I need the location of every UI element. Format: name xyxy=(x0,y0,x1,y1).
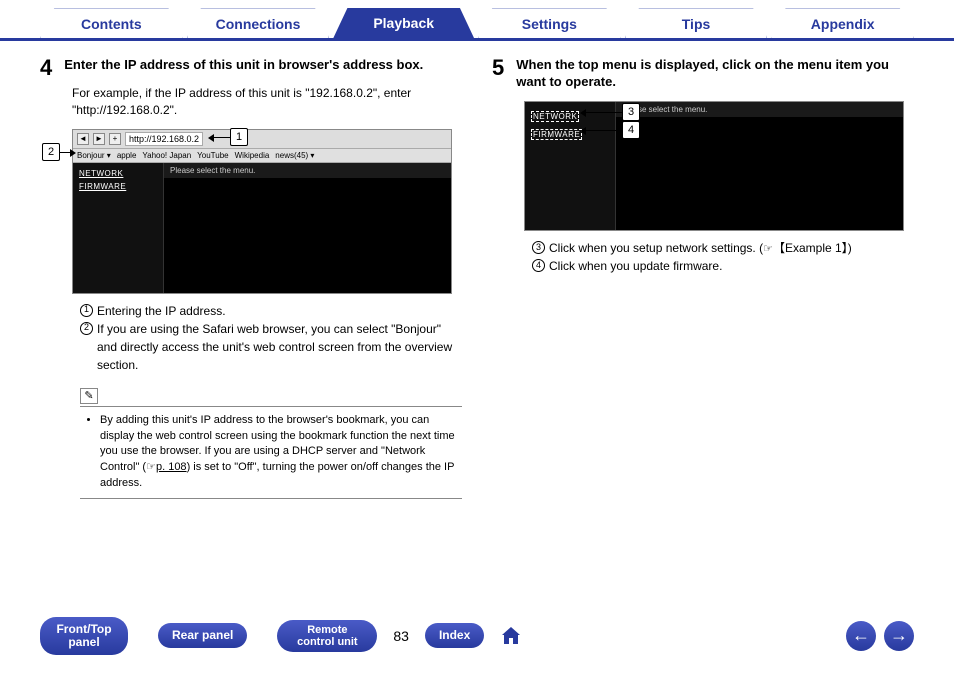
browser-mock-wrap: 1 2 ◄ ► + http://192.168.0.2 Bonjour ▾ a… xyxy=(72,129,462,294)
legend-row-4: 4 Click when you update firmware. xyxy=(532,257,914,275)
callout-arrow-3 xyxy=(580,109,586,117)
sidebar2-network: NETWORK xyxy=(531,111,579,122)
legend-text-1: Entering the IP address. xyxy=(97,302,226,320)
bookmark-yahoo: Yahoo! Japan xyxy=(142,151,191,160)
pencil-icon: ✎ xyxy=(80,388,98,404)
callout-box-3: 3 xyxy=(622,103,640,121)
callout-box-2: 2 xyxy=(42,143,60,161)
content-columns: 4 Enter the IP address of this unit in b… xyxy=(0,41,954,499)
top-tabs: Contents Connections Playback Settings T… xyxy=(0,0,954,41)
legend-row-3: 3 Click when you setup network settings.… xyxy=(532,239,914,258)
circle-num-4-icon: 4 xyxy=(532,259,545,272)
bookmark-bonjour: Bonjour ▾ xyxy=(77,151,111,160)
browser-toolbar: ◄ ► + http://192.168.0.2 xyxy=(73,130,451,149)
left-column: 4 Enter the IP address of this unit in b… xyxy=(40,57,462,499)
browser-mock: ◄ ► + http://192.168.0.2 Bonjour ▾ apple… xyxy=(72,129,452,294)
tab-tips[interactable]: Tips xyxy=(625,8,768,38)
browser-main: Please select the menu. xyxy=(163,163,451,293)
next-page-button[interactable]: → xyxy=(884,621,914,651)
sidebar2-firmware: FIRMWARE xyxy=(531,129,582,140)
browser2-sidebar: NETWORK FIRMWARE xyxy=(525,102,615,230)
hand-icon-1: ☞ xyxy=(146,461,156,473)
legend-text-3c: ) xyxy=(848,241,852,255)
browser-address: http://192.168.0.2 xyxy=(125,132,203,146)
callout-arrow-1 xyxy=(208,134,214,142)
callout-arrow-4 xyxy=(580,127,586,135)
browser-main-heading: Please select the menu. xyxy=(164,163,451,178)
legend-text-3b: 【Example 1】 xyxy=(773,241,848,255)
right-column: 5 When the top menu is displayed, click … xyxy=(492,57,914,499)
callout-line-3 xyxy=(584,112,622,113)
tab-playback[interactable]: Playback xyxy=(333,8,474,38)
legend-text-4: Click when you update firmware. xyxy=(549,257,722,275)
bookmark-apple: apple xyxy=(117,151,137,160)
browser-bookmarks: Bonjour ▾ apple Yahoo! Japan YouTube Wik… xyxy=(73,149,451,163)
page-number: 83 xyxy=(393,628,409,644)
hand-icon-2: ☞ xyxy=(763,243,773,255)
legend-text-2: If you are using the Safari web browser,… xyxy=(97,320,462,374)
tab-settings[interactable]: Settings xyxy=(478,8,621,38)
rear-panel-button[interactable]: Rear panel xyxy=(158,623,247,648)
step4-legend: 1 Entering the IP address. 2 If you are … xyxy=(80,302,462,374)
prev-page-button[interactable]: ← xyxy=(846,621,876,651)
browser-back-icon: ◄ xyxy=(77,133,89,145)
sidebar-network: NETWORK xyxy=(79,169,157,178)
note-box: By adding this unit's IP address to the … xyxy=(80,406,462,500)
bottom-nav: Front/Top panel Rear panel Remote contro… xyxy=(0,617,954,655)
circle-num-2-icon: 2 xyxy=(80,322,93,335)
browser-fwd-icon: ► xyxy=(93,133,105,145)
callout-line-4 xyxy=(584,130,622,131)
browser2-main-heading: Please select the menu. xyxy=(616,102,903,117)
browser-sidebar: NETWORK FIRMWARE xyxy=(73,163,163,293)
bookmark-news: news(45) ▾ xyxy=(275,151,314,160)
home-icon[interactable] xyxy=(498,623,524,649)
tab-appendix[interactable]: Appendix xyxy=(771,8,914,38)
step4-title: Enter the IP address of this unit in bro… xyxy=(64,57,423,79)
step5-title: When the top menu is displayed, click on… xyxy=(516,57,914,91)
sidebar-firmware: FIRMWARE xyxy=(79,182,157,191)
callout-box-4: 4 xyxy=(622,121,640,139)
note-link[interactable]: p. 108 xyxy=(156,461,187,473)
browser2-mock: NETWORK FIRMWARE Please select the menu. xyxy=(524,101,904,231)
remote-control-button[interactable]: Remote control unit xyxy=(277,620,377,652)
step4-header: 4 Enter the IP address of this unit in b… xyxy=(40,57,462,79)
front-top-panel-button[interactable]: Front/Top panel xyxy=(40,617,128,655)
legend-row-2: 2 If you are using the Safari web browse… xyxy=(80,320,462,374)
browser2-wrap: 3 4 NETWORK FIRMWARE Please select the m… xyxy=(524,101,914,231)
step4-number: 4 xyxy=(40,57,52,79)
browser-plus-icon: + xyxy=(109,133,121,145)
callout-arrow-2 xyxy=(70,149,76,157)
circle-num-3-icon: 3 xyxy=(532,241,545,254)
index-button[interactable]: Index xyxy=(425,623,484,648)
browser-body: NETWORK FIRMWARE Please select the menu. xyxy=(73,163,451,293)
legend-row-1: 1 Entering the IP address. xyxy=(80,302,462,320)
circle-num-1-icon: 1 xyxy=(80,304,93,317)
tab-connections[interactable]: Connections xyxy=(187,8,330,38)
tab-contents[interactable]: Contents xyxy=(40,8,183,38)
bookmark-youtube: YouTube xyxy=(197,151,228,160)
bookmark-wikipedia: Wikipedia xyxy=(235,151,270,160)
legend-text-3: Click when you setup network settings. (… xyxy=(549,239,852,258)
callout-box-1: 1 xyxy=(230,128,248,146)
step4-subtitle: For example, if the IP address of this u… xyxy=(72,85,462,119)
step5-header: 5 When the top menu is displayed, click … xyxy=(492,57,914,91)
step5-legend: 3 Click when you setup network settings.… xyxy=(532,239,914,276)
browser2-main: Please select the menu. xyxy=(615,102,903,230)
step5-number: 5 xyxy=(492,57,504,91)
legend-text-3a: Click when you setup network settings. ( xyxy=(549,241,763,255)
callout-line-1 xyxy=(212,137,230,138)
